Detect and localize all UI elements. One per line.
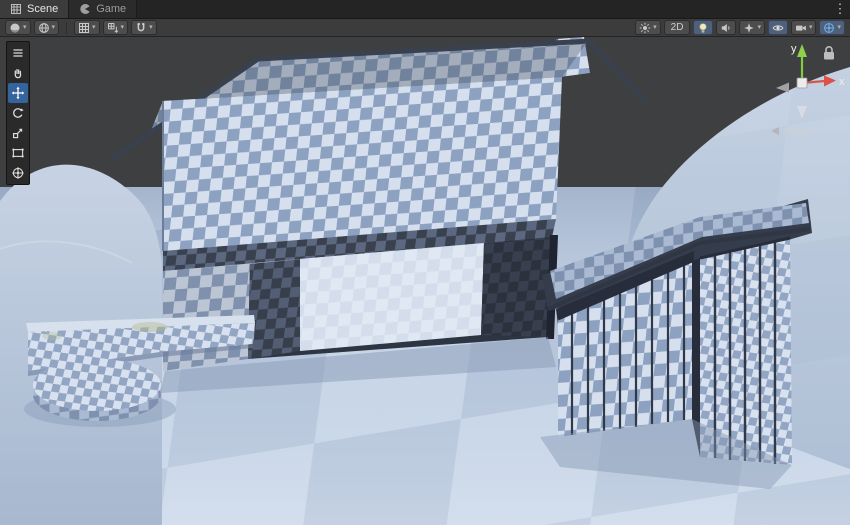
grid-visibility-button[interactable]: ▾ [74, 20, 100, 35]
move-tool-button[interactable] [8, 83, 28, 103]
y-axis-handle[interactable]: y [791, 43, 807, 83]
kebab-menu-icon[interactable]: ⋮ [830, 0, 850, 18]
lighting-toggle-button[interactable] [693, 20, 713, 35]
scale-icon [11, 126, 25, 140]
tool-palette [6, 41, 30, 185]
view-options-button[interactable]: ▾ [34, 20, 60, 35]
tab-bar: Scene Game ⋮ [0, 0, 850, 19]
x-axis-handle[interactable]: x [802, 76, 845, 89]
shading-mode-button[interactable]: ▾ [5, 20, 31, 35]
menu-icon [11, 46, 25, 60]
grid-snap-button[interactable]: ▾ [103, 20, 129, 35]
projection-label: Persp [783, 126, 812, 138]
camera-settings-button[interactable]: ▾ [791, 20, 817, 35]
x-axis-label: x [839, 76, 845, 88]
sun-icon [639, 22, 651, 34]
projection-toggle[interactable]: Persp [771, 126, 812, 138]
dropdown-caret: ▾ [52, 24, 56, 31]
move-icon [11, 86, 25, 100]
negative-x-handle[interactable] [776, 83, 789, 93]
gizmos-toggle-button[interactable]: ▾ [819, 20, 845, 35]
scale-tool-button[interactable] [8, 123, 28, 143]
lock-icon[interactable] [824, 47, 834, 60]
tab-game[interactable]: Game [69, 0, 137, 18]
grid-snap-icon [107, 22, 119, 34]
negative-y-handle[interactable] [797, 106, 807, 119]
gizmo-center-cube[interactable] [797, 78, 807, 88]
view-menu-button[interactable] [8, 43, 28, 63]
dropdown-caret: ▾ [757, 24, 761, 31]
tab-scene[interactable]: Scene [0, 0, 69, 18]
dropdown-caret: ▾ [92, 24, 96, 31]
dropdown-caret: ▾ [149, 24, 153, 31]
2d-toggle-button[interactable]: 2D [664, 20, 691, 35]
rect-tool-button[interactable] [8, 143, 28, 163]
scene-visibility-toggle-button[interactable] [768, 20, 788, 35]
persp-arrow-icon [771, 127, 779, 135]
transform-tool-button[interactable] [8, 163, 28, 183]
dropdown-caret: ▾ [23, 24, 27, 31]
rotate-icon [11, 106, 25, 120]
rect-icon [11, 146, 25, 160]
scene-tab-grid-icon [10, 3, 22, 15]
dropdown-caret: ▾ [653, 24, 657, 31]
lightbulb-icon [697, 22, 709, 34]
2d-label: 2D [671, 22, 684, 33]
orientation-gizmo[interactable]: y x Persp [740, 39, 850, 143]
scene-3d-content [0, 37, 850, 525]
speaker-icon [720, 22, 732, 34]
tabbar-spacer [137, 0, 830, 18]
sparkle-icon [743, 22, 755, 34]
scene-viewport[interactable]: y x Persp [0, 37, 850, 525]
tab-scene-label: Scene [27, 3, 58, 15]
fx-visibility-button[interactable]: ▾ [739, 20, 765, 35]
game-tab-icon [79, 3, 91, 15]
toolbar-separator [66, 22, 67, 34]
hand-icon [11, 66, 25, 80]
y-axis-label: y [791, 43, 797, 55]
magnet-icon [135, 22, 147, 34]
dropdown-caret: ▾ [837, 24, 841, 31]
unity-scene-view-window: Scene Game ⋮ ▾ ▾ [0, 0, 850, 525]
scene-toolbar: ▾ ▾ ▾ ▾ ▾ [0, 19, 850, 37]
dropdown-caret: ▾ [121, 24, 125, 31]
hand-tool-button[interactable] [8, 63, 28, 83]
effects-button[interactable]: ▾ [635, 20, 661, 35]
shaded-sphere-icon [9, 22, 21, 34]
eye-icon [772, 22, 784, 34]
camera-icon [795, 22, 807, 34]
globe-icon [38, 22, 50, 34]
grid-icon [78, 22, 90, 34]
gizmo-icon [823, 22, 835, 34]
rotate-tool-button[interactable] [8, 103, 28, 123]
tab-game-label: Game [96, 3, 126, 15]
transform-icon [11, 166, 25, 180]
audio-toggle-button[interactable] [716, 20, 736, 35]
dropdown-caret: ▾ [809, 24, 813, 31]
snap-increment-button[interactable]: ▾ [131, 20, 157, 35]
